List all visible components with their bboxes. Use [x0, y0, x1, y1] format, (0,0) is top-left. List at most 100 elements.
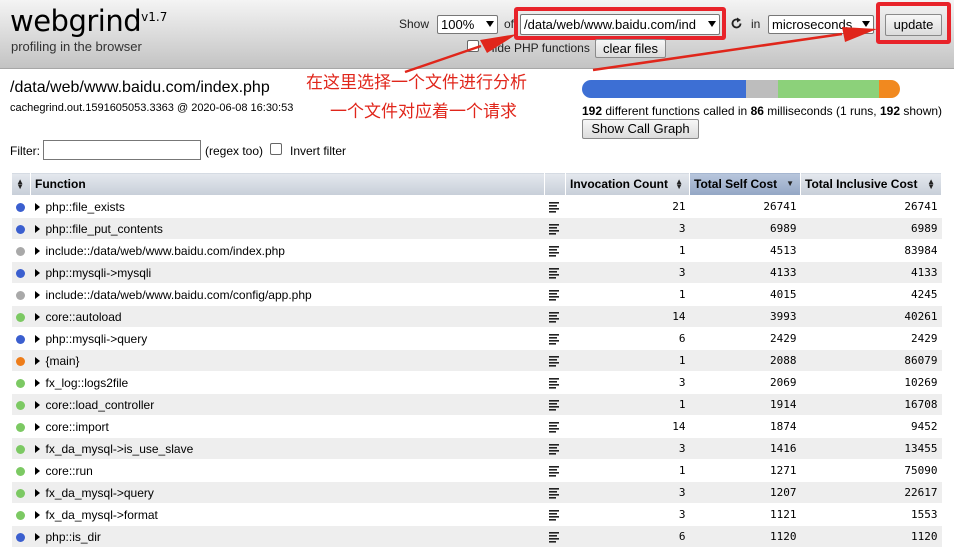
file-lines-icon[interactable]	[548, 223, 559, 235]
total-inclusive-cost: 9452	[800, 415, 942, 438]
file-lines-icon[interactable]	[548, 465, 559, 477]
table-row[interactable]: php::is_dir 6 1120 1120	[11, 525, 942, 548]
doc-cell[interactable]	[544, 195, 566, 218]
file-lines-icon[interactable]	[548, 311, 559, 323]
table-row[interactable]: fx_da_mysql->is_use_slave 3 1416 13455	[11, 437, 942, 460]
expand-triangle-icon[interactable]	[34, 291, 40, 300]
expand-triangle-icon[interactable]	[34, 423, 40, 432]
function-cell[interactable]: php::mysqli->query	[30, 327, 545, 350]
function-cell[interactable]: fx_da_mysql->query	[30, 481, 545, 504]
file-lines-icon[interactable]	[548, 509, 559, 521]
function-cell[interactable]: core::load_controller	[30, 393, 545, 416]
filter-input[interactable]	[43, 140, 201, 160]
total-inclusive-cost: 4245	[800, 283, 942, 306]
function-cell[interactable]: include::/data/web/www.baidu.com/index.p…	[30, 239, 545, 262]
expand-triangle-icon[interactable]	[34, 203, 40, 212]
expand-triangle-icon[interactable]	[34, 511, 40, 520]
file-lines-icon[interactable]	[548, 443, 559, 455]
doc-cell[interactable]	[544, 525, 566, 548]
invocation-count: 14	[565, 305, 690, 328]
file-lines-icon[interactable]	[548, 487, 559, 499]
expand-triangle-icon[interactable]	[34, 533, 40, 542]
function-cell[interactable]: php::mysqli->mysqli	[30, 261, 545, 284]
expand-triangle-icon[interactable]	[34, 401, 40, 410]
invert-filter-checkbox[interactable]	[270, 143, 282, 155]
sort-icon: ▲ ▼	[16, 177, 24, 191]
file-lines-icon[interactable]	[548, 289, 559, 301]
doc-cell[interactable]	[544, 393, 566, 416]
table-row[interactable]: php::mysqli->mysqli 3 4133 4133	[11, 261, 942, 284]
function-cell[interactable]: fx_log::logs2file	[30, 371, 545, 394]
file-lines-icon[interactable]	[548, 355, 559, 367]
header-function[interactable]: Function	[30, 172, 545, 196]
doc-cell[interactable]	[544, 239, 566, 262]
header-total-self-cost[interactable]: Total Self Cost ▼	[689, 172, 801, 196]
expand-triangle-icon[interactable]	[34, 269, 40, 278]
doc-cell[interactable]	[544, 371, 566, 394]
invocation-count: 14	[565, 415, 690, 438]
function-cell[interactable]: core::import	[30, 415, 545, 438]
table-row[interactable]: core::load_controller 1 1914 16708	[11, 393, 942, 416]
table-row[interactable]: include::/data/web/www.baidu.com/config/…	[11, 283, 942, 306]
invocation-count: 1	[565, 283, 690, 306]
header-total-inclusive-cost[interactable]: Total Inclusive Cost ▲ ▼	[800, 172, 942, 196]
table-row[interactable]: fx_log::logs2file 3 2069 10269	[11, 371, 942, 394]
doc-cell[interactable]	[544, 459, 566, 482]
function-cell[interactable]: core::autoload	[30, 305, 545, 328]
function-cell[interactable]: php::file_exists	[30, 195, 545, 218]
header-function-label: Function	[35, 177, 86, 191]
doc-cell[interactable]	[544, 503, 566, 526]
expand-triangle-icon[interactable]	[34, 335, 40, 344]
doc-cell[interactable]	[544, 349, 566, 372]
file-lines-icon[interactable]	[548, 421, 559, 433]
total-self-cost: 1121	[689, 503, 801, 526]
doc-cell[interactable]	[544, 437, 566, 460]
function-cell[interactable]: php::is_dir	[30, 525, 545, 548]
function-name: fx_da_mysql->is_use_slave	[45, 441, 194, 456]
show-call-graph-button[interactable]: Show Call Graph	[582, 119, 699, 139]
file-lines-icon[interactable]	[548, 377, 559, 389]
invocation-count: 1	[565, 459, 690, 482]
file-lines-icon[interactable]	[548, 531, 559, 543]
table-row[interactable]: fx_da_mysql->format 3 1121 1553	[11, 503, 942, 526]
function-cell[interactable]: fx_da_mysql->format	[30, 503, 545, 526]
table-row[interactable]: {main} 1 2088 86079	[11, 349, 942, 372]
file-lines-icon[interactable]	[548, 201, 559, 213]
expand-triangle-icon[interactable]	[34, 467, 40, 476]
doc-cell[interactable]	[544, 327, 566, 350]
file-lines-icon[interactable]	[548, 245, 559, 257]
doc-cell[interactable]	[544, 261, 566, 284]
doc-cell[interactable]	[544, 415, 566, 438]
table-row[interactable]: core::run 1 1271 75090	[11, 459, 942, 482]
file-lines-icon[interactable]	[548, 333, 559, 345]
expand-triangle-icon[interactable]	[34, 489, 40, 498]
doc-cell[interactable]	[544, 305, 566, 328]
expand-triangle-icon[interactable]	[34, 225, 40, 234]
table-row[interactable]: include::/data/web/www.baidu.com/index.p…	[11, 239, 942, 262]
function-name: php::mysqli->query	[45, 331, 148, 346]
expand-triangle-icon[interactable]	[34, 247, 40, 256]
table-row[interactable]: php::file_put_contents 3 6989 6989	[11, 217, 942, 240]
function-cell[interactable]: php::file_put_contents	[30, 217, 545, 240]
expand-triangle-icon[interactable]	[34, 379, 40, 388]
function-cell[interactable]: fx_da_mysql->is_use_slave	[30, 437, 545, 460]
doc-cell[interactable]	[544, 217, 566, 240]
file-lines-icon[interactable]	[548, 267, 559, 279]
total-inclusive-cost: 86079	[800, 349, 942, 372]
table-row[interactable]: core::import 14 1874 9452	[11, 415, 942, 438]
table-row[interactable]: php::mysqli->query 6 2429 2429	[11, 327, 942, 350]
table-row[interactable]: fx_da_mysql->query 3 1207 22617	[11, 481, 942, 504]
expand-triangle-icon[interactable]	[34, 445, 40, 454]
file-lines-icon[interactable]	[548, 399, 559, 411]
function-cell[interactable]: core::run	[30, 459, 545, 482]
header-invocation-count[interactable]: Invocation Count ▲ ▼	[565, 172, 690, 196]
expand-triangle-icon[interactable]	[34, 357, 40, 366]
table-row[interactable]: core::autoload 14 3993 40261	[11, 305, 942, 328]
table-row[interactable]: php::file_exists 21 26741 26741	[11, 195, 942, 218]
category-dot-icon	[15, 202, 25, 212]
function-cell[interactable]: {main}	[30, 349, 545, 372]
doc-cell[interactable]	[544, 283, 566, 306]
doc-cell[interactable]	[544, 481, 566, 504]
expand-triangle-icon[interactable]	[34, 313, 40, 322]
function-cell[interactable]: include::/data/web/www.baidu.com/config/…	[30, 283, 545, 306]
